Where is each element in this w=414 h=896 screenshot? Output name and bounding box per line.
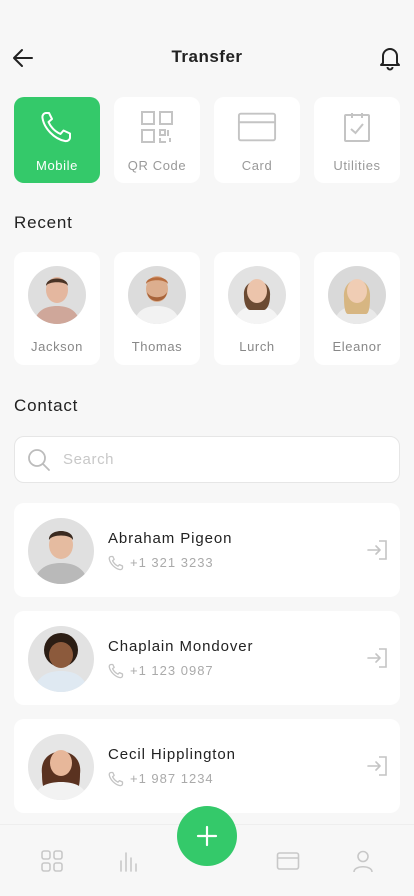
card-icon [237, 109, 277, 145]
nav-cards[interactable] [276, 849, 300, 873]
recent-title: Recent [14, 213, 73, 232]
avatar [28, 734, 94, 800]
phone-icon [37, 109, 77, 145]
plus-icon [196, 825, 218, 847]
transfer-type-tiles: Mobile QR Code Card Utilities [14, 97, 400, 183]
phone-icon [108, 555, 124, 571]
avatar [28, 626, 94, 692]
page-title: Transfer [171, 47, 243, 66]
tile-label: Card [241, 158, 273, 173]
avatar [28, 266, 86, 324]
contact-title: Contact [14, 396, 79, 415]
search-input[interactable] [63, 451, 363, 468]
contact-item[interactable]: Cecil Hipplington +1 987 1234 [14, 719, 400, 813]
add-button[interactable] [177, 806, 237, 866]
recent-person[interactable]: Jackson [14, 252, 100, 365]
contact-phone: +1 987 1234 [130, 771, 214, 786]
qr-code-icon [137, 109, 177, 145]
nav-home[interactable] [40, 849, 64, 873]
recent-name: Lurch [239, 339, 275, 354]
notifications-button[interactable] [378, 45, 402, 71]
tile-label: Utilities [333, 158, 381, 173]
avatar [328, 266, 386, 324]
user-icon [353, 850, 373, 873]
search-icon [28, 448, 50, 471]
phone-icon [108, 663, 124, 679]
avatar [28, 518, 94, 584]
nav-stats[interactable] [116, 849, 140, 873]
recent-list: Jackson Thomas Lurch Eleanor [14, 252, 400, 365]
bell-icon [380, 48, 400, 71]
card-icon [276, 852, 300, 870]
recent-name: Jackson [31, 339, 83, 354]
phone-icon [108, 771, 124, 787]
contact-item[interactable]: Abraham Pigeon +1 321 3233 [14, 503, 400, 597]
transfer-icon[interactable] [366, 755, 388, 777]
avatar [228, 266, 286, 324]
contact-phone: +1 123 0987 [130, 663, 214, 678]
recent-person[interactable]: Lurch [214, 252, 300, 365]
tile-mobile[interactable]: Mobile [14, 97, 100, 183]
chart-icon [120, 852, 137, 872]
recent-person[interactable]: Thomas [114, 252, 200, 365]
tile-card[interactable]: Card [214, 97, 300, 183]
recent-name: Eleanor [332, 339, 382, 354]
tile-utilities[interactable]: Utilities [314, 97, 400, 183]
contact-name: Cecil Hipplington [108, 746, 236, 763]
clipboard-check-icon [337, 109, 377, 145]
avatar [128, 266, 186, 324]
contact-phone: +1 321 3233 [130, 555, 214, 570]
transfer-icon[interactable] [366, 647, 388, 669]
grid-icon [41, 850, 63, 872]
tile-qr-code[interactable]: QR Code [114, 97, 200, 183]
contact-name: Abraham Pigeon [108, 530, 233, 547]
recent-person[interactable]: Eleanor [314, 252, 400, 365]
search-box [14, 436, 400, 483]
nav-profile[interactable] [351, 849, 375, 873]
contact-item[interactable]: Chaplain Mondover +1 123 0987 [14, 611, 400, 705]
transfer-icon[interactable] [366, 539, 388, 561]
contact-name: Chaplain Mondover [108, 638, 254, 655]
tile-label: QR Code [127, 158, 187, 173]
recent-name: Thomas [131, 339, 183, 354]
tile-label: Mobile [36, 158, 78, 173]
